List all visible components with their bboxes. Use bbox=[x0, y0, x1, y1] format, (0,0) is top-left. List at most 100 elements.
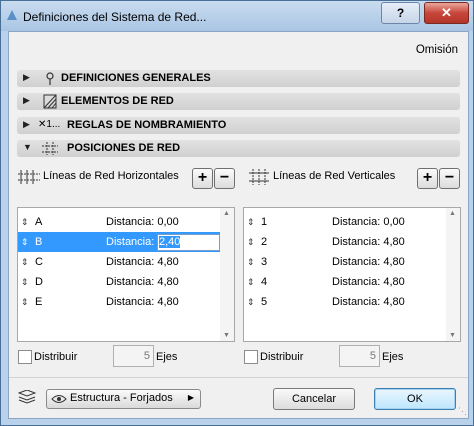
line-name: 5 bbox=[261, 296, 268, 308]
line-name: 4 bbox=[261, 276, 268, 288]
drag-handle-icon[interactable]: ⇕ bbox=[247, 232, 255, 252]
distance-value: 4,80 bbox=[383, 276, 405, 288]
list-item[interactable]: ⇕ 2 Distancia: 4,80 bbox=[244, 232, 460, 252]
preset-label[interactable]: Omisión bbox=[416, 44, 458, 56]
help-button[interactable]: ? bbox=[381, 2, 420, 24]
list-item-selected[interactable]: ⇕ B Distancia: 2,40 bbox=[18, 232, 234, 252]
axes-label: Ejes bbox=[156, 351, 178, 363]
drag-handle-icon[interactable]: ⇕ bbox=[247, 212, 255, 232]
distribute-label: Distribuir bbox=[260, 351, 304, 363]
drag-handle-icon[interactable]: ⇕ bbox=[21, 272, 29, 292]
drag-handle-icon[interactable]: ⇕ bbox=[21, 292, 29, 312]
resize-grip-icon[interactable]: ⋱ bbox=[458, 406, 467, 417]
add-vertical-line-button[interactable]: + bbox=[417, 168, 438, 189]
distance-label: Distancia: 0,00 bbox=[332, 216, 405, 228]
horizontal-lines-header: Líneas de Red Horizontales bbox=[43, 170, 179, 182]
remove-horizontal-line-button[interactable]: − bbox=[214, 168, 235, 189]
drag-handle-icon[interactable]: ⇕ bbox=[21, 212, 29, 232]
distance-label: Distancia: 0,00 bbox=[106, 216, 179, 228]
line-name: B bbox=[35, 236, 43, 248]
grid-position-icon bbox=[42, 142, 58, 155]
scroll-up-icon[interactable]: ▲ bbox=[449, 210, 456, 217]
distribute-vertical-checkbox[interactable] bbox=[244, 350, 258, 364]
dialog-title: Definiciones del Sistema de Red... bbox=[23, 10, 207, 24]
scroll-up-icon[interactable]: ▲ bbox=[223, 210, 230, 217]
grid-element-icon bbox=[43, 94, 57, 109]
distance-value: 4,80 bbox=[383, 296, 405, 308]
vertical-lines-header: Líneas de Red Verticales bbox=[273, 170, 396, 182]
distance-value: 4,80 bbox=[383, 236, 405, 248]
distribute-horizontal-checkbox[interactable] bbox=[18, 350, 32, 364]
distance-value: 4,80 bbox=[157, 296, 179, 308]
distance-value: 4,80 bbox=[157, 256, 179, 268]
drag-handle-icon[interactable]: ⇕ bbox=[247, 252, 255, 272]
remove-vertical-line-button[interactable]: − bbox=[439, 168, 460, 189]
drag-handle-icon[interactable]: ⇕ bbox=[21, 252, 29, 272]
ok-button[interactable]: OK bbox=[374, 388, 456, 410]
scroll-down-icon[interactable]: ▼ bbox=[223, 332, 230, 339]
distance-value: 0,00 bbox=[157, 216, 179, 228]
section-label: ELEMENTOS DE RED bbox=[61, 95, 174, 107]
distance-label: Distancia: 4,80 bbox=[106, 276, 179, 288]
vertical-scrollbar[interactable]: ▲ ▼ bbox=[446, 208, 460, 341]
list-item[interactable]: ⇕ E Distancia: 4,80 bbox=[18, 292, 234, 312]
distance-value: 4,80 bbox=[383, 256, 405, 268]
footer-separator bbox=[9, 377, 468, 378]
list-item[interactable]: ⇕ 1 Distancia: 0,00 bbox=[244, 212, 460, 232]
expand-arrow-icon: ▶ bbox=[23, 95, 30, 105]
line-name: D bbox=[35, 276, 43, 288]
line-name: E bbox=[35, 296, 43, 308]
close-button[interactable]: ✕ bbox=[424, 2, 469, 24]
collapse-arrow-icon: ▼ bbox=[23, 142, 32, 152]
line-name: 3 bbox=[261, 256, 268, 268]
vertical-lines-list[interactable]: ⇕ 1 Distancia: 0,00 ⇕ 2 Distancia: 4,80 … bbox=[243, 207, 461, 342]
vertical-axes-count-field[interactable]: 5 bbox=[339, 345, 380, 367]
distance-edit-field[interactable]: 2,40 bbox=[157, 234, 220, 251]
expand-arrow-icon: ▶ bbox=[23, 119, 30, 129]
drag-handle-icon[interactable]: ⇕ bbox=[21, 232, 29, 252]
list-item[interactable]: ⇕ 3 Distancia: 4,80 bbox=[244, 252, 460, 272]
list-item[interactable]: ⇕ 5 Distancia: 4,80 bbox=[244, 292, 460, 312]
add-horizontal-line-button[interactable]: + bbox=[192, 168, 213, 189]
drag-handle-icon[interactable]: ⇕ bbox=[247, 292, 255, 312]
vertical-scrollbar[interactable]: ▲ ▼ bbox=[220, 208, 234, 341]
expand-arrow-icon: ▶ bbox=[23, 72, 30, 82]
dialog-body: Omisión ▶ DEFINICIONES GENERALES ▶ ELEME… bbox=[8, 31, 469, 419]
title-bar[interactable]: Definiciones del Sistema de Red... ? ✕ bbox=[1, 1, 473, 31]
dialog-window: Definiciones del Sistema de Red... ? ✕ O… bbox=[0, 0, 474, 426]
vertical-lines-icon bbox=[249, 169, 269, 185]
list-item[interactable]: ⇕ 4 Distancia: 4,80 bbox=[244, 272, 460, 292]
drag-handle-icon[interactable]: ⇕ bbox=[247, 272, 255, 292]
section-label: REGLAS DE NOMBRAMIENTO bbox=[67, 119, 227, 131]
naming-icon: ✕1... bbox=[38, 119, 61, 130]
distance-value: 4,80 bbox=[157, 276, 179, 288]
distance-label: Distancia: 4,80 bbox=[332, 276, 405, 288]
section-grid-positions[interactable]: ▼ POSICIONES DE RED bbox=[17, 140, 460, 157]
horizontal-axes-count-field[interactable]: 5 bbox=[113, 345, 154, 367]
line-name: C bbox=[35, 256, 43, 268]
cancel-button[interactable]: Cancelar bbox=[273, 388, 355, 410]
scroll-down-icon[interactable]: ▼ bbox=[449, 332, 456, 339]
distance-label: Distancia: 4,80 bbox=[106, 256, 179, 268]
section-grid-elements[interactable]: ▶ ELEMENTOS DE RED bbox=[17, 93, 460, 110]
distance-value: 0,00 bbox=[383, 216, 405, 228]
axes-label: Ejes bbox=[382, 351, 404, 363]
list-item[interactable]: ⇕ D Distancia: 4,80 bbox=[18, 272, 234, 292]
distance-label: Distancia: 4,80 bbox=[106, 296, 179, 308]
line-name: 2 bbox=[261, 236, 268, 248]
section-naming-rules[interactable]: ▶ ✕1... REGLAS DE NOMBRAMIENTO bbox=[17, 117, 460, 134]
section-general-settings[interactable]: ▶ DEFINICIONES GENERALES bbox=[17, 70, 460, 87]
layer-name: Estructura - Forjados bbox=[70, 392, 173, 404]
section-label: POSICIONES DE RED bbox=[67, 142, 181, 154]
archicad-app-icon bbox=[7, 10, 17, 20]
layer-selector-button[interactable]: Estructura - Forjados ▶ bbox=[46, 389, 201, 409]
distribute-label: Distribuir bbox=[34, 351, 78, 363]
line-name: 1 bbox=[261, 216, 268, 228]
horizontal-lines-list[interactable]: ⇕ A Distancia: 0,00 ⇕ B Distancia: 2,40 … bbox=[17, 207, 235, 342]
pin-icon bbox=[46, 72, 54, 85]
layers-icon bbox=[18, 390, 36, 404]
list-item[interactable]: ⇕ C Distancia: 4,80 bbox=[18, 252, 234, 272]
horizontal-lines-icon bbox=[18, 170, 40, 184]
distance-label: Distancia: 4,80 bbox=[332, 256, 405, 268]
list-item[interactable]: ⇕ A Distancia: 0,00 bbox=[18, 212, 234, 232]
